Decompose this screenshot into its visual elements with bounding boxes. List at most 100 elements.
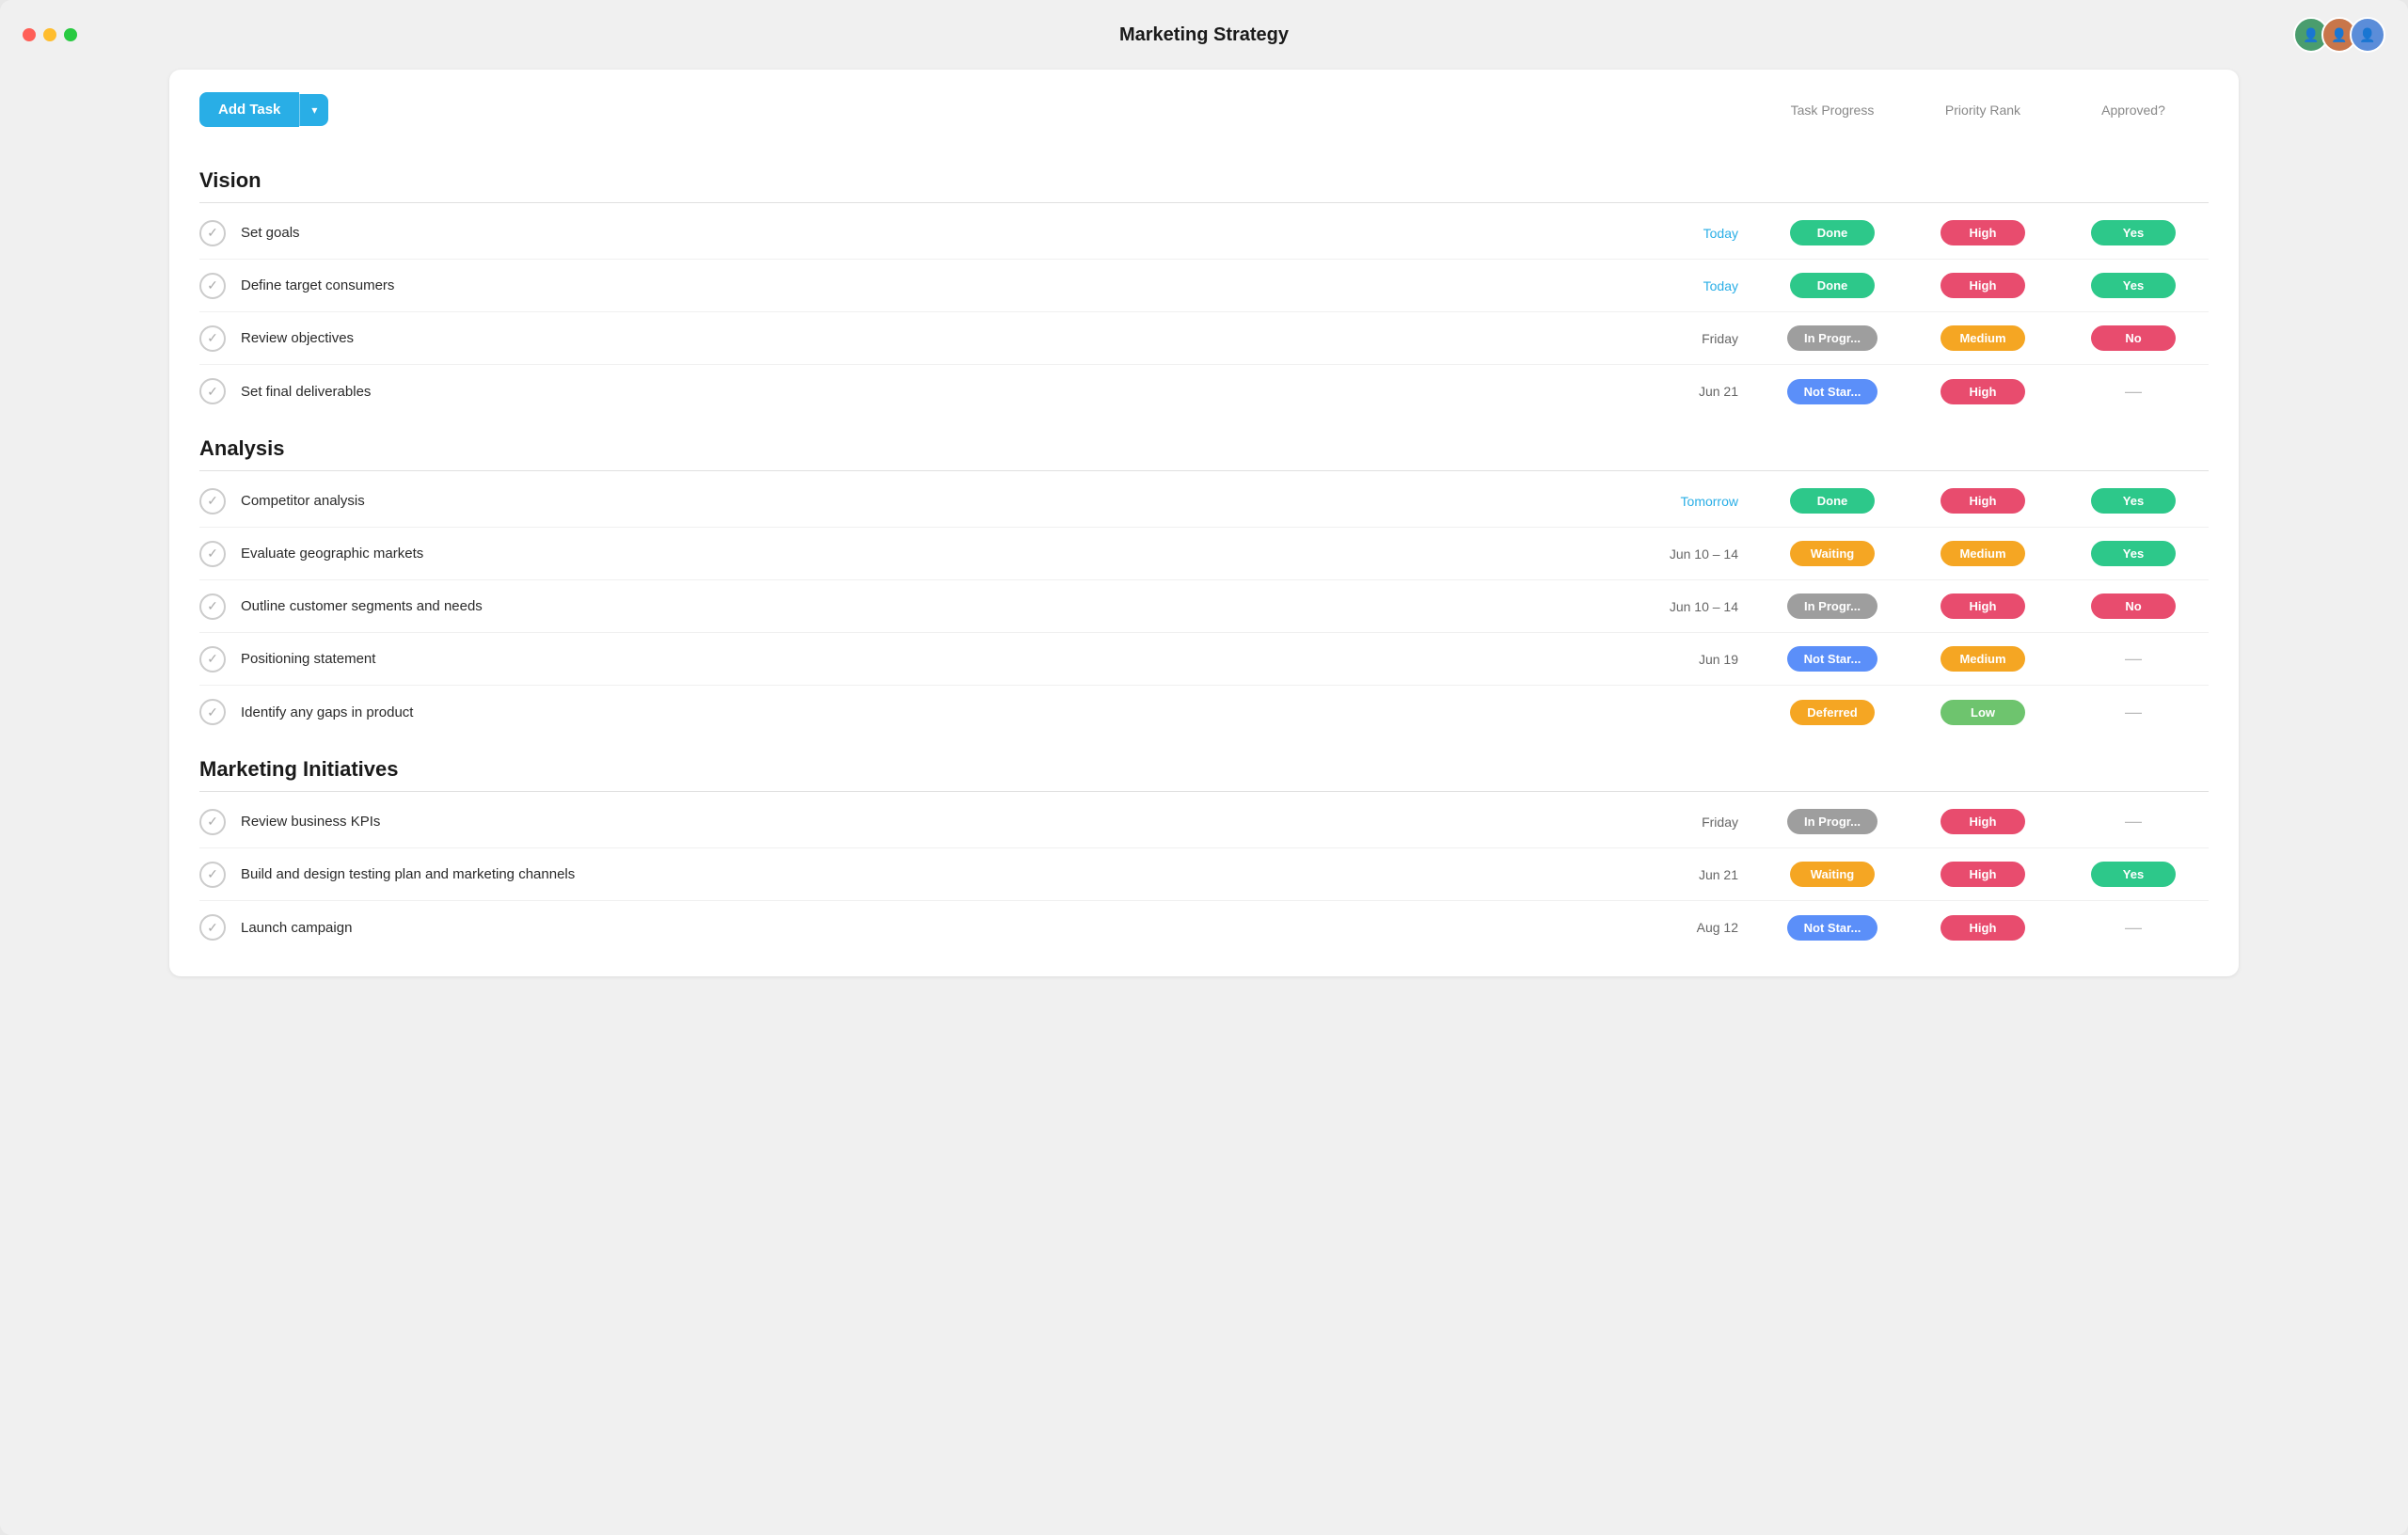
task-name: Positioning statement <box>241 651 1635 667</box>
task-checkbox[interactable]: ✓ <box>199 325 226 352</box>
priority-badge[interactable]: High <box>1941 488 2025 514</box>
task-date: Friday <box>1635 815 1738 830</box>
priority-badge[interactable]: High <box>1941 593 2025 619</box>
progress-badge[interactable]: Done <box>1790 220 1875 245</box>
progress-badge[interactable]: Not Star... <box>1787 379 1878 404</box>
task-name: Define target consumers <box>241 277 1635 293</box>
close-button[interactable] <box>23 28 36 41</box>
priority-badge[interactable]: High <box>1941 273 2025 298</box>
task-checkbox[interactable]: ✓ <box>199 220 226 246</box>
priority-badge[interactable]: Medium <box>1941 325 2025 351</box>
task-approved-col: — <box>2058 915 2209 941</box>
table-row[interactable]: ✓Positioning statementJun 19Not Star...M… <box>199 633 2209 686</box>
add-task-dropdown-button[interactable]: ▾ <box>299 94 328 126</box>
approved-badge[interactable]: Yes <box>2091 862 2176 887</box>
task-checkbox[interactable]: ✓ <box>199 488 226 514</box>
task-approved-col: Yes <box>2058 862 2209 887</box>
task-approved-col: No <box>2058 593 2209 619</box>
task-columns: Done High Yes <box>1757 273 2209 298</box>
table-row[interactable]: ✓ Define target consumersToday Done High Yes <box>199 260 2209 312</box>
task-checkbox[interactable]: ✓ <box>199 378 226 404</box>
priority-badge[interactable]: High <box>1941 809 2025 834</box>
task-progress-col: Waiting <box>1757 541 1908 566</box>
avatar-group: 👤 👤 👤 <box>2293 17 2385 53</box>
task-approved-col: Yes <box>2058 541 2209 566</box>
progress-badge[interactable]: Waiting <box>1790 862 1875 887</box>
table-row[interactable]: ✓ Evaluate geographic marketsJun 10 – 14 W… <box>199 528 2209 580</box>
progress-badge[interactable]: Waiting <box>1790 541 1875 566</box>
maximize-button[interactable] <box>64 28 77 41</box>
task-checkbox[interactable]: ✓ <box>199 862 226 888</box>
task-checkbox[interactable]: ✓ <box>199 646 226 673</box>
task-checkbox[interactable]: ✓ <box>199 541 226 567</box>
table-row[interactable]: ✓Build and design testing plan and marke… <box>199 848 2209 901</box>
approved-dash: — <box>2125 382 2142 402</box>
approved-badge[interactable]: Yes <box>2091 541 2176 566</box>
add-task-button[interactable]: Add Task <box>199 92 299 127</box>
col-header-progress: Task Progress <box>1757 103 1908 118</box>
table-row[interactable]: ✓Outline customer segments and needsJun … <box>199 580 2209 633</box>
task-name: Evaluate geographic markets <box>241 546 1635 562</box>
task-columns: In Progr... High — <box>1757 809 2209 834</box>
task-checkbox[interactable]: ✓ <box>199 593 226 620</box>
table-row[interactable]: ✓Review objectivesFridayIn Progr...Mediu… <box>199 312 2209 365</box>
task-priority-col: High <box>1908 273 2058 298</box>
task-date: Jun 10 – 14 <box>1635 546 1738 562</box>
task-progress-col: In Progr... <box>1757 809 1908 834</box>
approved-badge[interactable]: No <box>2091 593 2176 619</box>
task-name: Set final deliverables <box>241 384 1635 400</box>
task-date: Today <box>1635 278 1738 293</box>
priority-badge[interactable]: High <box>1941 862 2025 887</box>
task-card: Add Task ▾ Task Progress Priority Rank A… <box>169 70 2239 976</box>
priority-badge[interactable]: High <box>1941 915 2025 941</box>
progress-badge[interactable]: Deferred <box>1790 700 1875 725</box>
progress-badge[interactable]: Not Star... <box>1787 915 1878 941</box>
task-name: Set goals <box>241 225 1635 241</box>
table-row[interactable]: ✓Set final deliverablesJun 21Not Star...… <box>199 365 2209 418</box>
task-date: Tomorrow <box>1635 494 1738 509</box>
table-row[interactable]: ✓Launch campaignAug 12Not Star...High— <box>199 901 2209 954</box>
progress-badge[interactable]: Done <box>1790 488 1875 514</box>
main-content: Add Task ▾ Task Progress Priority Rank A… <box>0 70 2408 1014</box>
task-progress-col: In Progr... <box>1757 325 1908 351</box>
priority-badge[interactable]: Medium <box>1941 541 2025 566</box>
table-row[interactable]: ✓Review business KPIsFridayIn Progr...Hi… <box>199 796 2209 848</box>
task-approved-col: — <box>2058 646 2209 672</box>
section: Analysis✓Competitor analysisTomorrowDone… <box>199 418 2209 738</box>
task-checkbox[interactable]: ✓ <box>199 809 226 835</box>
task-checkbox[interactable]: ✓ <box>199 914 226 941</box>
task-approved-col: No <box>2058 325 2209 351</box>
task-checkbox[interactable]: ✓ <box>199 273 226 299</box>
section-title: Analysis <box>199 418 2209 471</box>
approved-badge[interactable]: No <box>2091 325 2176 351</box>
progress-badge[interactable]: In Progr... <box>1787 809 1877 834</box>
approved-badge[interactable]: Yes <box>2091 220 2176 245</box>
task-name: Outline customer segments and needs <box>241 598 1635 614</box>
priority-badge[interactable]: Medium <box>1941 646 2025 672</box>
table-row[interactable]: ✓Competitor analysisTomorrowDoneHighYes <box>199 475 2209 528</box>
progress-badge[interactable]: Done <box>1790 273 1875 298</box>
table-row[interactable]: ✓Set goalsTodayDoneHighYes <box>199 207 2209 260</box>
minimize-button[interactable] <box>43 28 56 41</box>
task-approved-col: — <box>2058 379 2209 404</box>
task-columns: In Progr... High No <box>1757 593 2209 619</box>
task-progress-col: Not Star... <box>1757 915 1908 941</box>
task-columns: Waiting High Yes <box>1757 862 2209 887</box>
task-columns: Waiting Medium Yes <box>1757 541 2209 566</box>
approved-dash: — <box>2125 812 2142 831</box>
priority-badge[interactable]: Low <box>1941 700 2025 725</box>
approved-badge[interactable]: Yes <box>2091 273 2176 298</box>
task-approved-col: — <box>2058 809 2209 834</box>
table-row[interactable]: ✓Identify any gaps in productDeferredLow… <box>199 686 2209 738</box>
priority-badge[interactable]: High <box>1941 379 2025 404</box>
task-checkbox[interactable]: ✓ <box>199 699 226 725</box>
priority-badge[interactable]: High <box>1941 220 2025 245</box>
approved-badge[interactable]: Yes <box>2091 488 2176 514</box>
progress-badge[interactable]: In Progr... <box>1787 325 1877 351</box>
progress-badge[interactable]: In Progr... <box>1787 593 1877 619</box>
section-title: Vision <box>199 150 2209 203</box>
progress-badge[interactable]: Not Star... <box>1787 646 1878 672</box>
task-columns: Not Star... Medium — <box>1757 646 2209 672</box>
avatar[interactable]: 👤 <box>2350 17 2385 53</box>
task-columns: Not Star... High — <box>1757 379 2209 404</box>
